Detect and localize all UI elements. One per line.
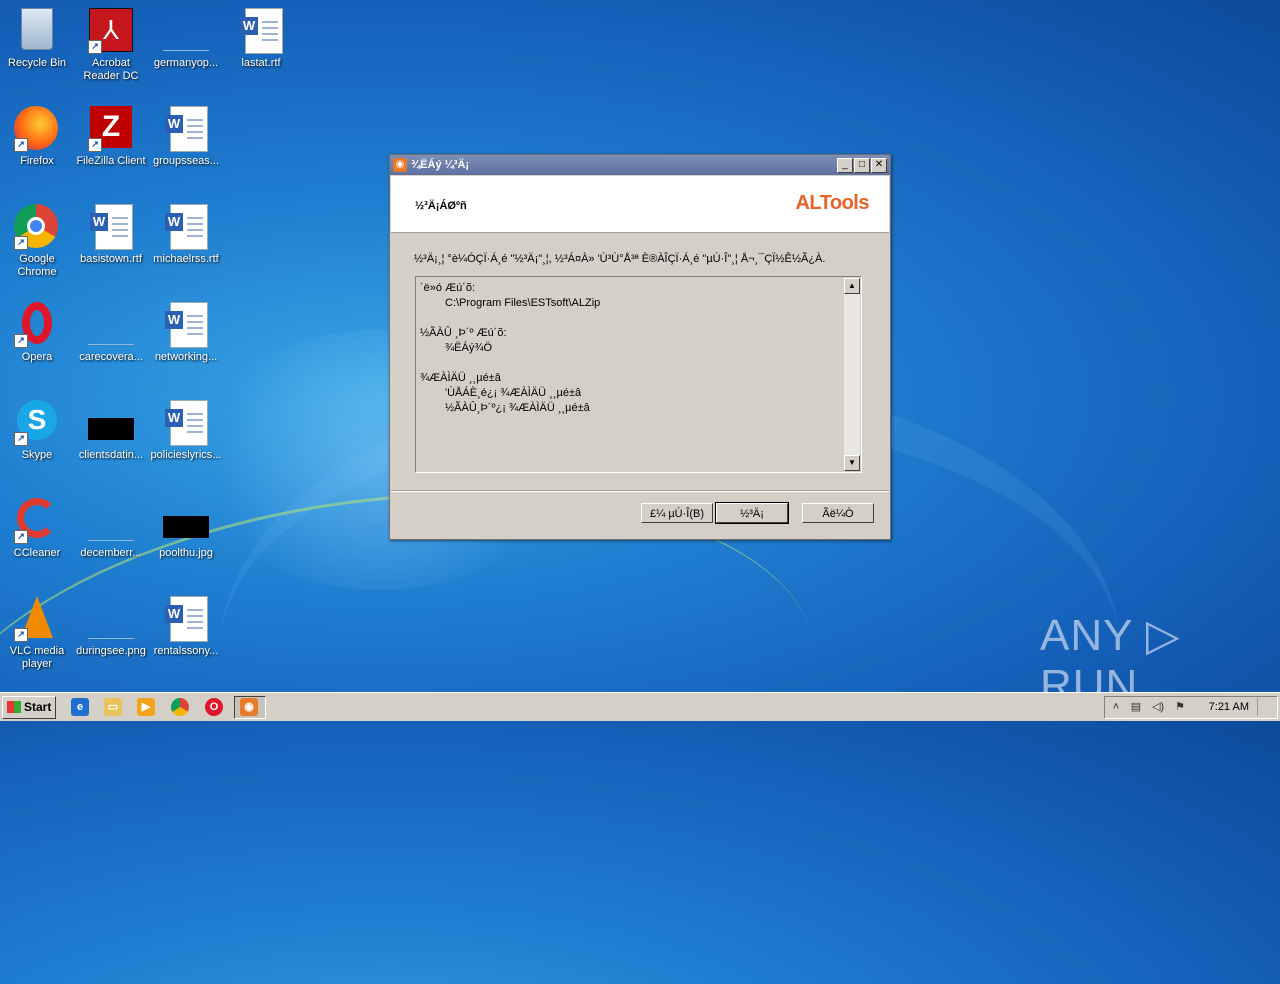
desktop-icon-filezilla[interactable]: Z ↗ FileZilla Client <box>74 106 148 168</box>
desktop-icon-ccleaner[interactable]: ↗ CCleaner <box>0 498 74 560</box>
word-document-icon: W <box>165 596 208 642</box>
desktop-icon-germanyop[interactable]: germanyop... <box>149 8 223 70</box>
shortcut-arrow-icon: ↗ <box>14 236 28 250</box>
image-file-icon <box>88 620 134 639</box>
shortcut-arrow-icon: ↗ <box>14 334 28 348</box>
desktop-icon-acrobat-reader[interactable]: ⅄ ↗ Acrobat Reader DC <box>74 8 148 83</box>
cancel-button[interactable]: Ãë¼Ò <box>802 503 874 523</box>
desktop-icon-google-chrome[interactable]: ↗ Google Chrome <box>0 204 74 279</box>
internet-explorer-icon[interactable]: e <box>71 698 89 716</box>
summary-line: C:\Program Files\ESTsoft\ALZip <box>445 297 601 309</box>
desktop-icon-firefox[interactable]: ↗ Firefox <box>0 106 74 168</box>
windows-logo-icon <box>7 701 21 713</box>
volume-tray-icon[interactable]: ◁) <box>1151 700 1165 714</box>
taskbar: Start e ▭ ▶ O ◉ ˄ ▤ ◁) ⚑ 7:21 AM <box>0 692 1280 721</box>
summary-line: ¾ÆÀÌÄÜ ¸¸µé±â <box>420 372 501 384</box>
word-document-icon: W <box>165 302 208 348</box>
scroll-down-icon[interactable]: ▼ <box>844 455 860 471</box>
desktop-icon-duringsee[interactable]: duringsee.png <box>74 596 148 658</box>
desktop-icon-clientsdatin[interactable]: clientsdatin... <box>74 400 148 462</box>
altools-logo: ALTools <box>795 192 869 214</box>
blank-file-icon <box>163 32 209 51</box>
dialog-header: ½³Ä¡ÁØºñ ALTools <box>391 176 889 233</box>
scroll-up-icon[interactable]: ▲ <box>844 278 860 294</box>
header-title: ½³Ä¡ÁØºñ <box>415 200 467 212</box>
shortcut-arrow-icon: ↗ <box>88 40 102 54</box>
shortcut-arrow-icon: ↗ <box>14 530 28 544</box>
word-document-icon: W <box>165 400 208 446</box>
file-explorer-icon[interactable]: ▭ <box>104 698 122 716</box>
summary-line: 'ÙÅÁÈ­¸é¿¡ ¾ÆÀÌÄÜ ¸¸µé±â <box>445 387 582 399</box>
recycle-bin-icon <box>21 8 53 50</box>
vertical-scrollbar[interactable]: ▲ ▼ <box>844 278 860 471</box>
blank-file-icon <box>88 326 134 345</box>
summary-line: ½ÃÀÛ¸Þ´º¿¡ ¾ÆÀÌÄÜ ¸¸µé±â <box>445 402 590 414</box>
word-document-icon: W <box>165 204 208 250</box>
chrome-taskbar-icon[interactable] <box>171 698 189 716</box>
blank-file-icon <box>88 522 134 541</box>
maximize-button[interactable]: □ <box>854 158 870 173</box>
dialog-titlebar[interactable]: ◉ ¾ËÁý ¼³Ä¡ _ □ ✕ <box>390 155 890 175</box>
back-button[interactable]: £¼ µÚ·Î(B) <box>641 503 713 523</box>
shortcut-arrow-icon: ↗ <box>14 628 28 642</box>
summary-line <box>420 311 840 326</box>
summary-line: ´ë»ó Æú´õ: <box>420 282 476 294</box>
install-button[interactable]: ½³Ä¡ <box>715 502 789 524</box>
desktop-icon-opera[interactable]: ↗ Opera <box>0 302 74 364</box>
opera-taskbar-icon[interactable]: O <box>205 698 223 716</box>
dialog-title: ¾ËÁý ¼³Ä¡ <box>411 159 470 171</box>
desktop-icon-recycle-bin[interactable]: Recycle Bin <box>0 8 74 70</box>
desktop-icon-vlc[interactable]: ↗ VLC media player <box>0 596 74 671</box>
word-document-icon: W <box>90 204 133 250</box>
desktop-icon-decemberr[interactable]: decemberr... <box>74 498 148 560</box>
word-document-icon: W <box>165 106 208 152</box>
summary-line: ¾ËÁý¾Ö <box>445 342 493 354</box>
desktop-icon-policieslyrics[interactable]: W policieslyrics... <box>149 400 223 462</box>
taskbar-clock[interactable]: 7:21 AM <box>1209 701 1249 713</box>
shortcut-arrow-icon: ↗ <box>88 138 102 152</box>
word-document-icon: W <box>240 8 283 54</box>
desktop-icon-carecovera[interactable]: carecovera... <box>74 302 148 364</box>
summary-line: ½ÃÀÛ ¸Þ´º Æú´õ: <box>420 327 507 339</box>
image-thumbnail-icon <box>163 516 209 538</box>
alzip-app-icon: ◉ <box>393 158 407 172</box>
button-separator <box>391 490 889 492</box>
close-button[interactable]: ✕ <box>871 158 887 173</box>
instruction-text: ½³Ä¡¸¦ °è¼ÓÇÏ·Á¸é "½³Ä¡"¸¦, ½³Á¤À» 'Ù³Ù°… <box>414 253 826 265</box>
settings-summary-box[interactable]: ´ë»ó Æú´õ: C:\Program Files\ESTsoft\ALZip… <box>415 276 862 473</box>
desktop-icon-rentalssony[interactable]: W rentalssony... <box>149 596 223 658</box>
desktop-icon-basistown[interactable]: W basistown.rtf <box>74 204 148 266</box>
desktop-icon-skype[interactable]: S ↗ Skype <box>0 400 74 462</box>
action-center-flag-icon[interactable]: ⚑ <box>1173 700 1187 714</box>
desktop-icon-poolthu[interactable]: poolthu.jpg <box>149 498 223 560</box>
desktop-icon-groupsseas[interactable]: W groupsseas... <box>149 106 223 168</box>
summary-line <box>420 356 840 371</box>
desktop-icon-lastat[interactable]: W lastat.rtf <box>224 8 298 70</box>
taskbar-item-alzip-installer[interactable]: ◉ <box>234 696 266 719</box>
network-tray-icon[interactable]: ▤ <box>1129 700 1143 714</box>
shortcut-arrow-icon: ↗ <box>14 138 28 152</box>
installer-dialog: ◉ ¾ËÁý ¼³Ä¡ _ □ ✕ ½³Ä¡ÁØºñ ALTools ½³Ä¡¸… <box>389 154 891 540</box>
image-thumbnail-icon <box>88 418 134 440</box>
settings-summary-text: ´ë»ó Æú´õ: C:\Program Files\ESTsoft\ALZip… <box>420 281 840 416</box>
shortcut-arrow-icon: ↗ <box>14 432 28 446</box>
desktop-icon-networking[interactable]: W networking... <box>149 302 223 364</box>
start-button[interactable]: Start <box>2 696 56 719</box>
system-tray: ˄ ▤ ◁) ⚑ 7:21 AM <box>1104 696 1278 719</box>
minimize-button[interactable]: _ <box>837 158 853 173</box>
desktop-icon-michaelrss[interactable]: W michaelrss.rtf <box>149 204 223 266</box>
show-desktop-button[interactable] <box>1257 698 1274 716</box>
show-hidden-icons-chevron-icon[interactable]: ˄ <box>1109 700 1123 714</box>
media-player-icon[interactable]: ▶ <box>137 698 155 716</box>
alzip-taskbar-icon: ◉ <box>240 698 258 716</box>
